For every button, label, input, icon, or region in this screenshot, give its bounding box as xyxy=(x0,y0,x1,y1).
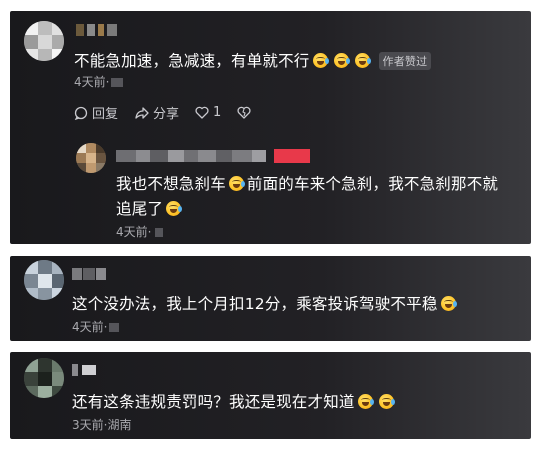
share-arrow-icon xyxy=(135,106,149,119)
redacted-username[interactable] xyxy=(76,24,117,36)
like-button[interactable]: 1 xyxy=(195,103,221,122)
heart-icon xyxy=(195,106,209,119)
reply-time: 4天前· xyxy=(116,225,152,239)
avatar-image xyxy=(76,143,106,173)
comment-card-3: 还有这条违规责罚吗？我还是现在才知道 3天前·湖南 xyxy=(10,352,531,439)
commenter-avatar[interactable] xyxy=(24,21,64,61)
laughing-tears-emoji-icon xyxy=(166,201,183,216)
reply-text-part3: 追尾了 xyxy=(116,200,164,218)
laughing-tears-emoji-icon xyxy=(228,176,245,191)
reply-text-part2: 前面的车来个急刹，我不急刹那不就 xyxy=(246,175,499,193)
comment-card-1: 不能急加速，急减速，有单就不行 作者赞过 4天前· 回复 分享 1 我也不想急刹… xyxy=(10,11,531,244)
redacted-username[interactable] xyxy=(72,364,96,376)
comment-text-content: 还有这条违规责罚吗？我还是现在才知道 xyxy=(72,393,355,411)
reply-label: 回复 xyxy=(92,107,119,122)
avatar-image xyxy=(24,21,64,61)
commenter-avatar[interactable] xyxy=(24,358,64,398)
comment-text-content: 这个没办法，我上个月扣12分，乘客投诉驾驶不平稳 xyxy=(72,295,438,313)
reply-button[interactable]: 回复 xyxy=(74,103,118,122)
comment-meta: 4天前· xyxy=(72,318,120,335)
comment-text: 还有这条违规责罚吗？我还是现在才知道 xyxy=(72,390,397,412)
commenter-avatar[interactable] xyxy=(24,260,64,300)
comment-card-2: 这个没办法，我上个月扣12分，乘客投诉驾驶不平稳 4天前· xyxy=(10,256,531,341)
author-liked-badge: 作者赞过 xyxy=(378,52,432,70)
avatar-image xyxy=(24,260,64,300)
comment-text: 这个没办法，我上个月扣12分，乘客投诉驾驶不平稳 xyxy=(72,292,459,314)
laughing-tears-emoji-icon xyxy=(440,296,457,311)
avatar-image xyxy=(24,358,64,398)
comment-actions: 回复 分享 1 xyxy=(74,103,251,122)
laughing-tears-emoji-icon xyxy=(312,53,329,68)
comment-meta: 3天前·湖南 xyxy=(72,416,131,433)
redacted-location xyxy=(111,78,124,87)
reply-text-line1: 我也不想急刹车 前面的车来个急刹，我不急刹那不就 xyxy=(116,172,498,194)
redacted-replier-name[interactable] xyxy=(116,149,310,163)
reply-text-line2: 追尾了 xyxy=(116,197,184,219)
comment-time-location: 3天前·湖南 xyxy=(72,418,132,432)
laughing-tears-emoji-icon xyxy=(378,394,395,409)
dislike-button[interactable] xyxy=(237,103,251,122)
comment-bubble-icon xyxy=(74,106,88,120)
comment-text: 不能急加速，急减速，有单就不行 作者赞过 xyxy=(74,49,432,71)
comment-time: 4天前· xyxy=(74,75,110,89)
share-label: 分享 xyxy=(153,107,180,122)
redacted-location xyxy=(155,228,164,237)
comment-time: 4天前· xyxy=(72,320,108,334)
comment-text-content: 不能急加速，急减速，有单就不行 xyxy=(74,52,310,70)
broken-heart-icon xyxy=(237,106,251,119)
laughing-tears-emoji-icon xyxy=(333,53,350,68)
redacted-username[interactable] xyxy=(72,268,106,280)
reply-text-part1: 我也不想急刹车 xyxy=(116,175,226,193)
reply-meta: 4天前· xyxy=(116,223,164,240)
laughing-tears-emoji-icon xyxy=(354,53,371,68)
share-button[interactable]: 分享 xyxy=(134,103,179,122)
comment-meta: 4天前· xyxy=(74,73,124,90)
redacted-location xyxy=(109,323,120,332)
laughing-tears-emoji-icon xyxy=(357,394,374,409)
like-count: 1 xyxy=(213,105,222,120)
replier-avatar[interactable] xyxy=(76,143,106,173)
